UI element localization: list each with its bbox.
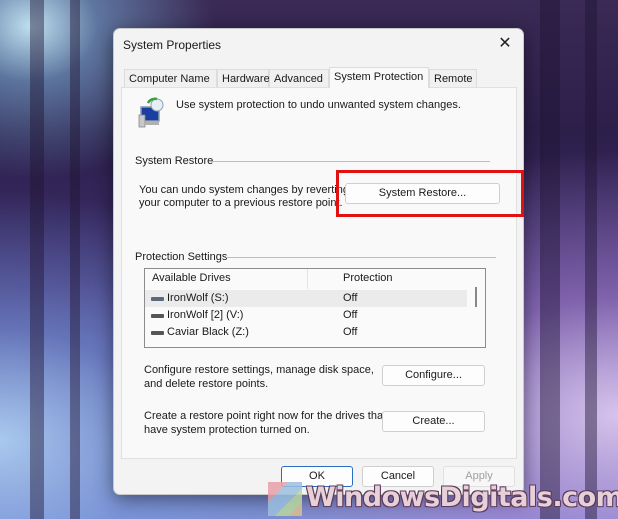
watermark-text: WindowsDigitals.com <box>306 482 618 513</box>
intro-text: Use system protection to undo unwanted s… <box>176 99 461 111</box>
tab-computer-name[interactable]: Computer Name <box>124 69 217 87</box>
scrollbar-thumb[interactable] <box>475 287 477 307</box>
configure-button[interactable]: Configure... <box>382 365 485 386</box>
drive-icon <box>151 297 164 301</box>
column-protection[interactable]: Protection <box>343 272 393 284</box>
system-restore-description: You can undo system changes by reverting <box>139 184 349 196</box>
configure-description-2: and delete restore points. <box>144 378 269 390</box>
close-button[interactable]: ✕ <box>495 34 515 54</box>
protection-settings-group-label: Protection Settings <box>135 251 228 263</box>
group-divider <box>211 161 490 162</box>
drive-row[interactable]: Caviar Black (Z:) Off <box>145 324 467 341</box>
drive-icon <box>151 314 164 318</box>
tab-hardware[interactable]: Hardware <box>217 69 270 87</box>
create-button[interactable]: Create... <box>382 411 485 432</box>
drive-name: IronWolf [2] (V:) <box>167 309 244 321</box>
watermark: WindowsDigitals.com <box>262 480 618 519</box>
drive-row[interactable]: IronWolf [2] (V:) Off <box>145 307 467 324</box>
close-icon: ✕ <box>498 35 512 52</box>
system-protection-icon <box>138 97 164 128</box>
background-tree <box>585 0 597 519</box>
system-restore-description-2: your computer to a previous restore poin… <box>139 197 343 209</box>
drive-protection: Off <box>343 309 358 321</box>
create-description-2: have system protection turned on. <box>144 424 310 436</box>
column-divider <box>307 269 308 289</box>
tab-advanced[interactable]: Advanced <box>269 69 329 87</box>
list-header: Available Drives Protection <box>145 269 467 289</box>
column-available-drives[interactable]: Available Drives <box>152 272 231 284</box>
tab-system-protection[interactable]: System Protection <box>329 67 429 88</box>
background-tree <box>30 0 44 519</box>
tab-remote[interactable]: Remote <box>429 69 477 87</box>
window-title: System Properties <box>123 38 222 52</box>
drive-icon <box>151 331 164 335</box>
group-divider <box>226 257 496 258</box>
drive-name: IronWolf (S:) <box>167 292 229 304</box>
background-tree <box>70 0 80 519</box>
annotation-highlight-box <box>336 170 524 217</box>
drive-name: Caviar Black (Z:) <box>167 326 249 338</box>
background-tree <box>540 0 560 519</box>
system-restore-group-label: System Restore <box>135 155 214 167</box>
list-scrollbar[interactable] <box>467 269 485 347</box>
create-description: Create a restore point right now for the… <box>144 410 387 422</box>
drives-list[interactable]: Available Drives Protection IronWolf (S:… <box>144 268 486 348</box>
system-properties-dialog: System Properties ✕ Computer Name Hardwa… <box>113 28 524 495</box>
drive-row[interactable]: IronWolf (S:) Off <box>145 290 467 307</box>
drive-protection: Off <box>343 292 358 304</box>
watermark-logo-icon <box>268 482 302 516</box>
drive-protection: Off <box>343 326 358 338</box>
configure-description: Configure restore settings, manage disk … <box>144 364 374 376</box>
